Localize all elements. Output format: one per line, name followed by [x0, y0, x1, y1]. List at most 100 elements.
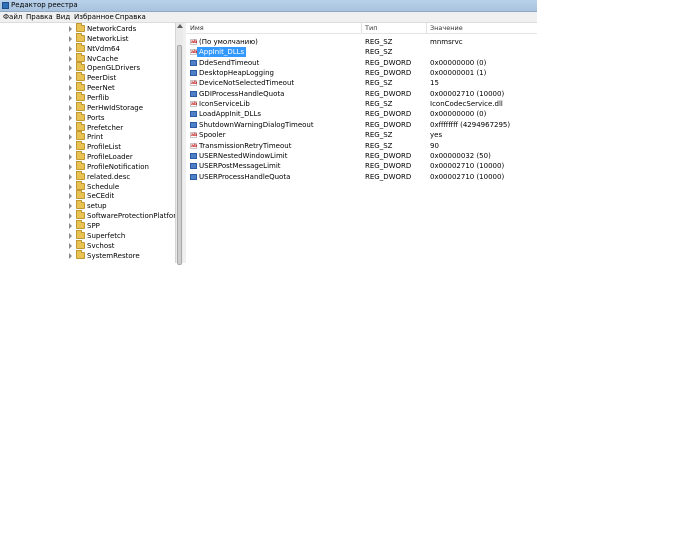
tree-item[interactable]: Schedule [0, 180, 175, 192]
chevron-right-icon[interactable] [69, 65, 72, 72]
chevron-right-icon[interactable] [69, 183, 72, 190]
value-type: REG_DWORD [365, 110, 412, 119]
value-type: REG_DWORD [365, 162, 412, 171]
value-row[interactable]: ab AppInit_DLLs REG_SZ [186, 47, 537, 58]
value-row[interactable]: DesktopHeapLogging REG_DWORD 0x00000001 (1… [186, 68, 537, 78]
column-data-header[interactable]: Значение [430, 23, 463, 33]
value-row[interactable]: USERNestedWindowLimit REG_DWORD 0x00000032… [186, 151, 537, 161]
menu-favorites[interactable]: Избранное [74, 12, 114, 22]
tree-item[interactable]: Svchost [0, 239, 175, 251]
tree-item[interactable]: SoftwareProtectionPlatform [0, 210, 175, 221]
chevron-right-icon[interactable] [69, 85, 72, 92]
chevron-right-icon[interactable] [69, 232, 72, 239]
chevron-right-icon[interactable] [69, 45, 72, 52]
chevron-right-icon[interactable] [69, 94, 72, 101]
value-row[interactable]: DdeSendTimeout REG_DWORD 0x00000000 (0) [186, 58, 537, 68]
value-row[interactable]: ab Spooler REG_SZ yes [186, 130, 537, 140]
value-row[interactable]: USERPostMessageLimit REG_DWORD 0x00002710 … [186, 161, 537, 171]
column-separator[interactable] [426, 23, 427, 33]
tree-item[interactable]: ProfileNotification [0, 160, 175, 172]
value-type: REG_DWORD [365, 172, 412, 181]
tree-item-label: SystemRestore [87, 251, 140, 260]
chevron-right-icon[interactable] [69, 173, 72, 180]
value-data: 15 [430, 79, 439, 88]
chevron-right-icon[interactable] [69, 213, 72, 220]
value-row[interactable]: ab IconServiceLib REG_SZ IconCodecService.d… [186, 99, 537, 109]
column-name-header[interactable]: Имя [190, 23, 204, 33]
value-name: (По умолчанию) [199, 38, 258, 46]
folder-icon [76, 62, 85, 72]
chevron-right-icon[interactable] [69, 26, 72, 32]
value-row[interactable]: ShutdownWarningDialogTimeout REG_DWORD 0xf… [186, 120, 537, 130]
column-type-header[interactable]: Тип [365, 23, 377, 33]
value-row[interactable]: ab TransmissionRetryTimeout REG_SZ 90 [186, 141, 537, 151]
chevron-right-icon[interactable] [69, 193, 72, 200]
tree-scrollbar[interactable] [175, 23, 183, 265]
binary-value-icon [190, 111, 197, 118]
chevron-right-icon[interactable] [69, 203, 72, 210]
folder-icon [76, 111, 85, 121]
tree-item[interactable]: Perflib [0, 91, 175, 103]
tree-item[interactable]: Prefetcher [0, 121, 175, 133]
chevron-right-icon[interactable] [69, 154, 72, 161]
tree-item[interactable]: PerHwIdStorage [0, 101, 175, 113]
chevron-right-icon[interactable] [69, 223, 72, 229]
value-type: REG_DWORD [365, 58, 412, 67]
tree-item[interactable]: PeerDist [0, 72, 175, 83]
value-row[interactable]: GDIProcessHandleQuota REG_DWORD 0x00002710… [186, 89, 537, 99]
values-pane[interactable]: Имя Тип Значение ab (По умолчанию) REG_SZ m… [186, 23, 537, 263]
chevron-right-icon[interactable] [69, 104, 72, 111]
menu-view[interactable]: Вид [56, 12, 70, 22]
value-row[interactable]: USERProcessHandleQuota REG_DWORD 0x0000271… [186, 172, 537, 182]
chevron-right-icon[interactable] [69, 35, 72, 42]
chevron-right-icon[interactable] [69, 124, 72, 131]
tree-item-label: Print [87, 133, 104, 142]
tree-item[interactable]: Print [0, 131, 175, 142]
value-data: 0x00000032 (50) [430, 151, 491, 160]
chevron-right-icon[interactable] [69, 134, 72, 141]
tree-item[interactable]: Ports [0, 111, 175, 123]
title-bar[interactable]: Редактор реестра [0, 0, 537, 12]
value-row[interactable]: LoadAppInit_DLLs REG_DWORD 0x00000000 (0) [186, 109, 537, 119]
tree-item[interactable]: Superfetch [0, 229, 175, 241]
menu-help[interactable]: Справка [115, 12, 146, 22]
value-row[interactable]: ab (По умолчанию) REG_SZ mnmsrvc [186, 37, 537, 47]
chevron-right-icon[interactable] [69, 114, 72, 121]
value-data: 0x00000000 (0) [430, 58, 487, 67]
chevron-right-icon[interactable] [69, 55, 72, 62]
key-tree[interactable]: NetworkCards NetworkList NtVdm64 NvCache Ope… [0, 23, 175, 263]
chevron-right-icon[interactable] [69, 144, 72, 151]
chevron-right-icon[interactable] [69, 163, 72, 170]
tree-item[interactable]: setup [0, 200, 175, 211]
folder-icon [76, 229, 85, 239]
chevron-right-icon[interactable] [69, 252, 72, 259]
tree-item-label: ProfileLoader [87, 153, 133, 162]
tree-item[interactable]: OpenGLDrivers [0, 62, 175, 73]
tree-item[interactable]: NtVdm64 [0, 42, 175, 54]
chevron-right-icon[interactable] [69, 242, 72, 249]
value-name: TransmissionRetryTimeout [199, 141, 292, 150]
tree-item[interactable]: NetworkList [0, 32, 175, 44]
tree-item[interactable]: related.desc [0, 170, 175, 182]
value-type: REG_SZ [365, 38, 393, 46]
string-value-icon: ab [190, 132, 198, 139]
tree-item[interactable]: NetworkCards [0, 23, 175, 34]
value-data: 0x00002710 (10000) [430, 89, 505, 98]
tree-item[interactable]: SystemRestore [0, 249, 175, 261]
folder-icon [76, 121, 85, 131]
tree-item[interactable]: ProfileLoader [0, 151, 175, 162]
tree-item[interactable]: SeCEdit [0, 190, 175, 201]
column-separator[interactable] [361, 23, 362, 33]
chevron-right-icon[interactable] [69, 75, 72, 82]
tree-item[interactable]: SPP [0, 220, 175, 231]
menu-edit[interactable]: Правка [26, 12, 53, 22]
value-row[interactable]: ab DeviceNotSelectedTimeout REG_SZ 15 [186, 78, 537, 88]
value-type: REG_DWORD [365, 69, 412, 78]
tree-item[interactable]: PeerNet [0, 82, 175, 93]
menu-file[interactable]: Файл [3, 12, 22, 22]
binary-value-icon [190, 70, 197, 77]
scrollbar-thumb[interactable] [177, 45, 182, 265]
folder-icon [76, 160, 85, 170]
tree-item[interactable]: ProfileList [0, 141, 175, 152]
tree-item[interactable]: NvCache [0, 52, 175, 64]
